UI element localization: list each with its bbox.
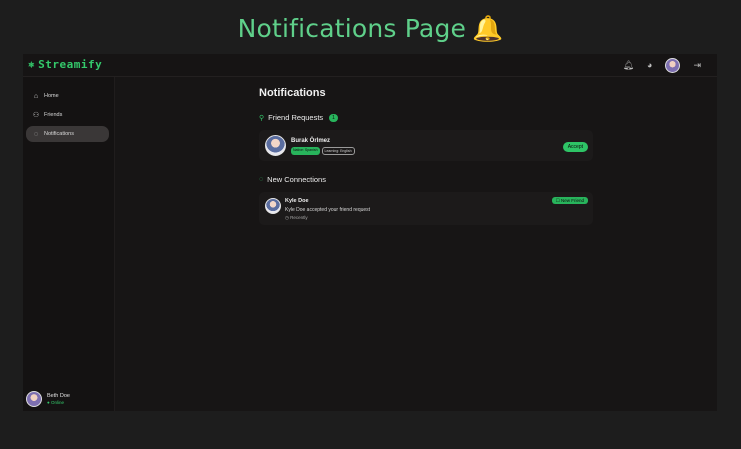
sidebar-item-friends[interactable]: ⚇ Friends — [26, 107, 109, 123]
logout-icon[interactable]: ⇥ — [693, 57, 701, 73]
bell-icon[interactable]: 🔔︎ — [623, 57, 634, 73]
brand-name: Streamify — [38, 58, 103, 71]
top-actions: 🔔︎ ◕ ⇥ — [623, 57, 701, 73]
avatar — [265, 198, 281, 214]
palette-icon[interactable]: ◕ — [647, 57, 652, 73]
avatar — [265, 135, 286, 156]
page-title: Notifications — [259, 87, 326, 99]
sidebar-item-label: Home — [44, 93, 59, 99]
bell-icon: ◌ — [259, 176, 264, 183]
home-icon: ⌂ — [33, 92, 39, 100]
bell-emoji-icon: 🔔 — [472, 14, 504, 43]
connection-card: Kyle Doe Kyle Doe accepted your friend r… — [259, 192, 593, 225]
current-user[interactable]: Beth Doe ● Online — [26, 391, 70, 407]
users-icon: ⚇ — [32, 112, 40, 119]
count-badge: 1 — [329, 113, 338, 122]
sidebar-item-label: Friends — [44, 112, 63, 118]
user-avatar[interactable] — [665, 57, 681, 73]
new-friend-badge: ☐ New Friend — [551, 197, 588, 204]
avatar — [26, 391, 42, 407]
main-content: Notifications ⚲ Friend Requests 1 Burak … — [259, 87, 599, 225]
native-language-tag: Native: Spanish — [291, 147, 320, 155]
friend-requests-heading: ⚲ Friend Requests 1 — [259, 113, 338, 122]
sidebar-item-label: Notifications — [44, 131, 74, 137]
friend-request-card: Burak Örlmez Native: Spanish Learning: E… — [259, 130, 593, 161]
caption-title: Notifications Page 🔔 — [237, 14, 504, 43]
user-name: Beth Doe — [47, 393, 70, 399]
sidebar-item-home[interactable]: ⌂ Home — [26, 88, 109, 104]
connection-time: ◷ Recently — [285, 215, 308, 220]
user-plus-icon: ⚲ — [259, 114, 265, 122]
bell-icon: ◌ — [33, 130, 39, 138]
requester-name: Burak Örlmez — [291, 138, 331, 144]
learning-language-tag: Learning: English — [321, 147, 355, 155]
sidebar-item-notifications[interactable]: ◌ Notifications — [26, 126, 109, 142]
brand[interactable]: ⎈ Streamify — [28, 58, 102, 71]
ship-wheel-icon: ⎈ — [28, 58, 36, 71]
sidebar: ⌂ Home ⚇ Friends ◌ Notifications Beth Do… — [23, 77, 115, 411]
connection-message: Kyle Doe accepted your friend request — [285, 207, 371, 213]
top-bar: ⎈ Streamify 🔔︎ ◕ ⇥ — [23, 54, 717, 77]
connection-name: Kyle Doe — [285, 198, 309, 204]
user-status: ● Online — [47, 400, 64, 405]
accept-button[interactable]: Accept — [562, 142, 588, 152]
app-window: ⎈ Streamify 🔔︎ ◕ ⇥ ⌂ Home ⚇ Friends ◌ No… — [23, 54, 717, 411]
new-connections-heading: ◌ New Connections — [259, 175, 326, 184]
